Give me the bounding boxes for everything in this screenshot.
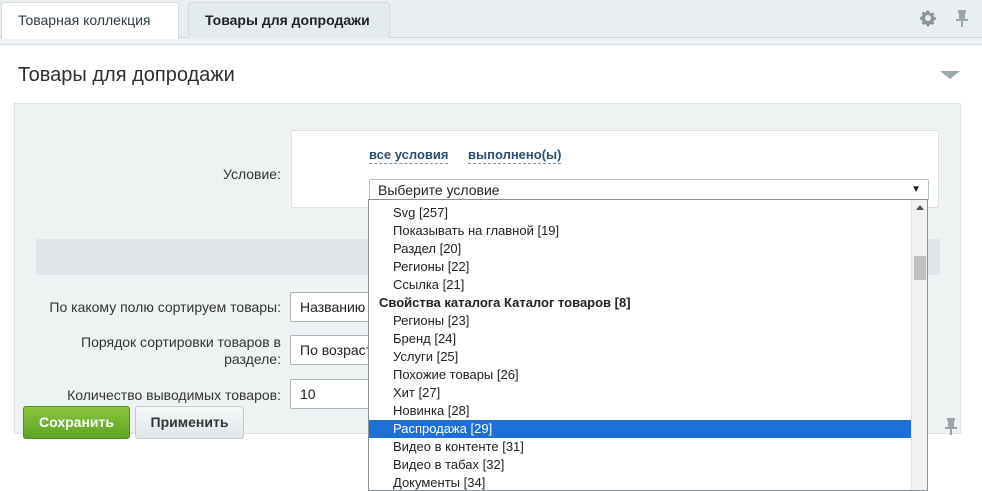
sort-order-label: Порядок сортировки товаров в разделе: (81, 334, 281, 367)
sort-field-label: По какому полю сортируем товары: (49, 299, 281, 315)
condition-select[interactable]: Выберите условие ▼ (369, 179, 929, 201)
scrollbar-thumb[interactable] (914, 256, 926, 280)
dropdown-option[interactable]: Похожие товары [26] (369, 366, 911, 384)
item-count-label: Количество выводимых товаров: (67, 387, 281, 403)
pin-icon[interactable] (944, 417, 958, 435)
tab-upsell-products[interactable]: Товары для допродажи (188, 2, 390, 38)
dropdown-option[interactable]: Видео в табах [32] (369, 456, 911, 474)
dropdown-option[interactable]: Новинка [28] (369, 402, 911, 420)
dropdown-option[interactable]: Видео в контенте [31] (369, 438, 911, 456)
save-button[interactable]: Сохранить (23, 406, 130, 439)
condition-select-value: Выберите условие (378, 182, 500, 198)
dropdown-option[interactable]: Хит [27] (369, 384, 911, 402)
tab-product-collection[interactable]: Товарная коллекция (1, 2, 179, 39)
gear-icon[interactable] (919, 9, 937, 27)
dropdown-option[interactable]: Показывать на главной [19] (369, 222, 911, 240)
conditions-met-link[interactable]: выполнено(ы) (468, 147, 562, 164)
dropdown-option[interactable]: Документы [34] (369, 474, 911, 490)
sort-order-select[interactable]: По возраст (290, 335, 380, 365)
sort-field-select[interactable]: Названию (290, 292, 380, 322)
scroll-up-arrow-icon[interactable] (916, 205, 924, 210)
dropdown-option[interactable]: Бренд [24] (369, 330, 911, 348)
dropdown-option[interactable]: Ссылка [21] (369, 276, 911, 294)
dropdown-option-selected[interactable]: Распродажа [29] (369, 420, 911, 438)
pin-icon[interactable] (955, 9, 969, 27)
collapse-arrow-icon[interactable] (940, 71, 960, 79)
dropdown-option[interactable]: Регионы [22] (369, 258, 911, 276)
all-conditions-link[interactable]: все условия (369, 147, 449, 164)
condition-box: все условия выполнено(ы) Выберите услови… (291, 130, 939, 208)
dropdown-option[interactable]: Svg [257] (369, 204, 911, 222)
condition-label: Условие: (222, 166, 281, 182)
item-count-input[interactable]: 10 (290, 379, 380, 409)
panel-title: Товары для допродажи (18, 64, 235, 86)
tab-bar: Товарная коллекция Товары для допродажи (0, 0, 982, 39)
dropdown-scrollbar[interactable] (911, 200, 927, 490)
dropdown-arrow-icon: ▼ (911, 184, 921, 195)
dropdown-option[interactable]: Регионы [23] (369, 312, 911, 330)
dropdown-option[interactable]: Услуги [25] (369, 348, 911, 366)
condition-dropdown-list[interactable]: Svg [257] Показывать на главной [19] Раз… (368, 199, 928, 491)
dropdown-option[interactable]: Раздел [20] (369, 240, 911, 258)
dropdown-options: Svg [257] Показывать на главной [19] Раз… (369, 200, 911, 490)
dropdown-group-header: Свойства каталога Каталог товаров [8] (379, 295, 631, 310)
apply-button[interactable]: Применить (135, 406, 244, 439)
